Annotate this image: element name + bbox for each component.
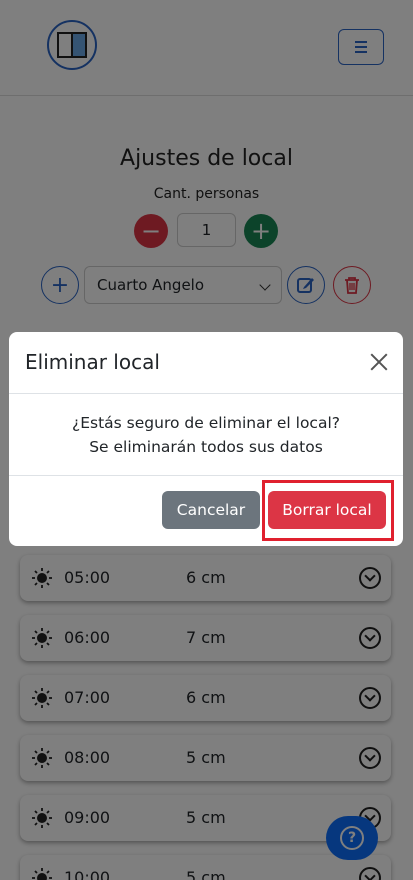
modal-message-line2: Se eliminarán todos sus datos: [89, 438, 323, 456]
modal-body: ¿Estás seguro de eliminar el local? Se e…: [9, 394, 403, 476]
modal-header: Eliminar local: [9, 332, 403, 394]
modal-message-line1: ¿Estás seguro de eliminar el local?: [72, 414, 340, 432]
modal-title: Eliminar local: [25, 350, 160, 374]
page: Ajustes de local Cant. personas − 1 + + …: [0, 0, 413, 880]
highlight-box: [262, 480, 394, 541]
close-icon[interactable]: [369, 352, 389, 372]
delete-local-modal: Eliminar local ¿Estás seguro de eliminar…: [9, 332, 403, 546]
cancel-button[interactable]: Cancelar: [162, 491, 260, 529]
